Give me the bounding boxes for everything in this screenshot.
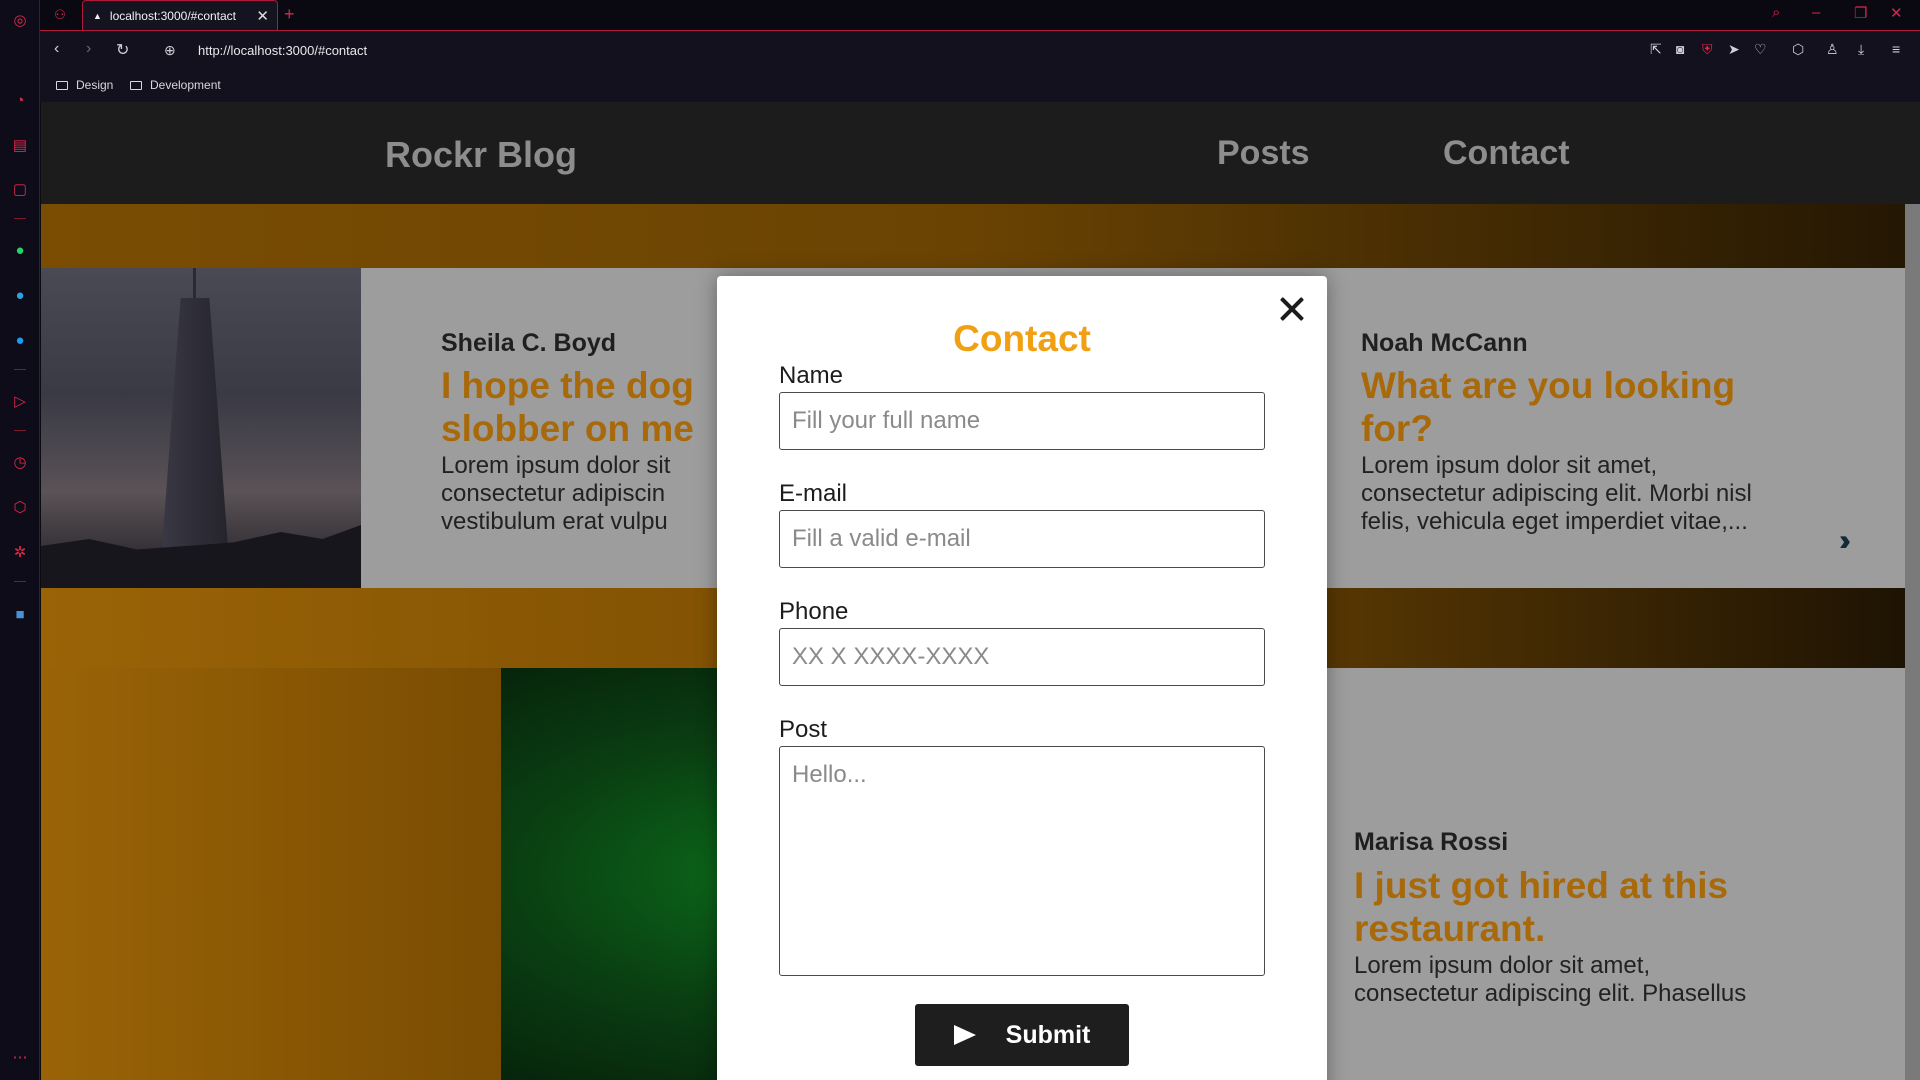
post-textarea[interactable] <box>779 746 1265 976</box>
send-icon[interactable]: ➤ <box>1728 41 1740 58</box>
search-tabs-icon[interactable]: ⌕ <box>1772 4 1780 21</box>
contact-modal: Contact Name E-mail Phone Post Submit <box>717 276 1327 1080</box>
browser-sidebar: ◎ ◔ ▤ ▢ ● ● ● ▷ ◷ ⬡ ✲ ■ ⋯ <box>0 0 40 1080</box>
post-excerpt: Lorem ipsum dolor sit consectetur adipis… <box>441 452 671 535</box>
folder-icon <box>130 81 142 90</box>
site-info-globe-icon[interactable]: ⊕ <box>164 42 176 59</box>
modal-title: Contact <box>953 318 1091 359</box>
tab-bar: ⚇ ▲ localhost:3000/#contact ✕ + ⌕ – ❐ ✕ <box>40 0 1920 30</box>
outlook-icon[interactable]: ■ <box>8 602 32 626</box>
reload-icon[interactable]: ↻ <box>116 40 129 60</box>
twitch-icon[interactable]: ▢ <box>8 177 32 201</box>
workspaces-icon[interactable]: ⚇ <box>48 3 72 27</box>
nav-contact[interactable]: Contact <box>1443 134 1570 173</box>
new-tab-plus-icon[interactable]: + <box>284 4 295 25</box>
post-title[interactable]: I just got hired at this restaurant. <box>1354 864 1728 950</box>
tab-close-icon[interactable]: ✕ <box>256 7 269 25</box>
section-gradient <box>41 668 501 1080</box>
section-band <box>41 204 1905 268</box>
post-author: Sheila C. Boyd <box>441 329 617 357</box>
telegram-icon[interactable]: ● <box>8 283 32 307</box>
extensions-cube-icon[interactable]: ⬡ <box>8 495 32 519</box>
email-label: E-mail <box>779 480 848 507</box>
tab-title: localhost:3000/#contact <box>109 8 237 23</box>
sidebar-divider <box>14 581 26 582</box>
restore-icon[interactable]: ❐ <box>1854 4 1867 22</box>
send-icon <box>953 1025 976 1045</box>
name-label: Name <box>779 362 844 389</box>
profile-icon[interactable]: ♙ <box>1826 41 1839 58</box>
page-favicon-icon: ▲ <box>93 10 102 21</box>
bookmark-folder-design[interactable]: Design <box>56 78 113 92</box>
folder-icon <box>56 81 68 90</box>
downloads-icon[interactable]: ⤓ <box>1858 41 1864 58</box>
speed-dial-icon[interactable]: ◔ <box>8 88 32 112</box>
forward-icon[interactable]: › <box>86 40 91 58</box>
bookmark-folder-development[interactable]: Development <box>130 78 221 92</box>
address-bar: ‹ › ↻ ⊕ http://localhost:3000/#contact ⇱… <box>40 30 1920 70</box>
post-excerpt: Lorem ipsum dolor sit amet, consectetur … <box>1361 452 1752 535</box>
phone-label: Phone <box>779 598 849 625</box>
more-options-icon[interactable]: ⋯ <box>8 1045 32 1069</box>
tab-contact[interactable]: ▲ localhost:3000/#contact ✕ <box>82 0 278 30</box>
whatsapp-icon[interactable]: ● <box>8 238 32 262</box>
post-title[interactable]: I hope the dog slobber on me <box>441 364 694 450</box>
submit-label: Submit <box>1005 1020 1091 1049</box>
close-window-icon[interactable]: ✕ <box>1890 4 1903 22</box>
player-icon[interactable]: ▷ <box>8 389 32 413</box>
opera-logo-icon[interactable]: ◎ <box>8 8 32 32</box>
name-input[interactable] <box>779 392 1265 450</box>
sidebar-divider <box>14 218 26 219</box>
page-viewport: Rockr Blog Posts Contact Sheila C. Boyd … <box>41 102 1920 1080</box>
post-author: Marisa Rossi <box>1354 828 1509 856</box>
adblock-shield-icon[interactable]: ⛨ <box>1702 41 1713 58</box>
url-field[interactable]: http://localhost:3000/#contact <box>198 43 367 58</box>
site-header: Rockr Blog Posts Contact <box>41 102 1920 204</box>
sidebar-divider <box>14 369 26 370</box>
post-label: Post <box>779 716 828 743</box>
site-logo[interactable]: Rockr Blog <box>385 134 577 176</box>
post-title[interactable]: What are you looking for? <box>1361 364 1735 450</box>
share-icon[interactable]: ⇱ <box>1650 41 1662 58</box>
snapshot-camera-icon[interactable]: ◙ <box>1676 41 1684 57</box>
sidebar-divider <box>14 430 26 431</box>
double-chevron-right-icon[interactable]: ›› <box>1839 524 1851 558</box>
extensions-icon[interactable]: ⬡ <box>1792 41 1804 58</box>
bookmark-heart-icon[interactable]: ♡ <box>1754 41 1767 58</box>
nav-posts[interactable]: Posts <box>1217 134 1310 173</box>
twitter-icon[interactable]: ● <box>8 328 32 352</box>
easy-setup-menu-icon[interactable]: ≡ <box>1892 41 1900 57</box>
shopping-bag-icon[interactable]: ▤ <box>8 133 32 157</box>
post-excerpt: Lorem ipsum dolor sit amet, consectetur … <box>1354 952 1747 1007</box>
bookmarks-bar: Design Development <box>40 70 1920 102</box>
post-author: Noah McCann <box>1361 329 1528 357</box>
building-image <box>41 268 361 588</box>
history-icon[interactable]: ◷ <box>8 450 32 474</box>
minimize-icon[interactable]: – <box>1812 4 1820 21</box>
email-input[interactable] <box>779 510 1265 568</box>
back-icon[interactable]: ‹ <box>54 40 59 58</box>
submit-button[interactable]: Submit <box>915 1004 1129 1066</box>
settings-gear-icon[interactable]: ✲ <box>8 540 32 564</box>
phone-input[interactable] <box>779 628 1265 686</box>
